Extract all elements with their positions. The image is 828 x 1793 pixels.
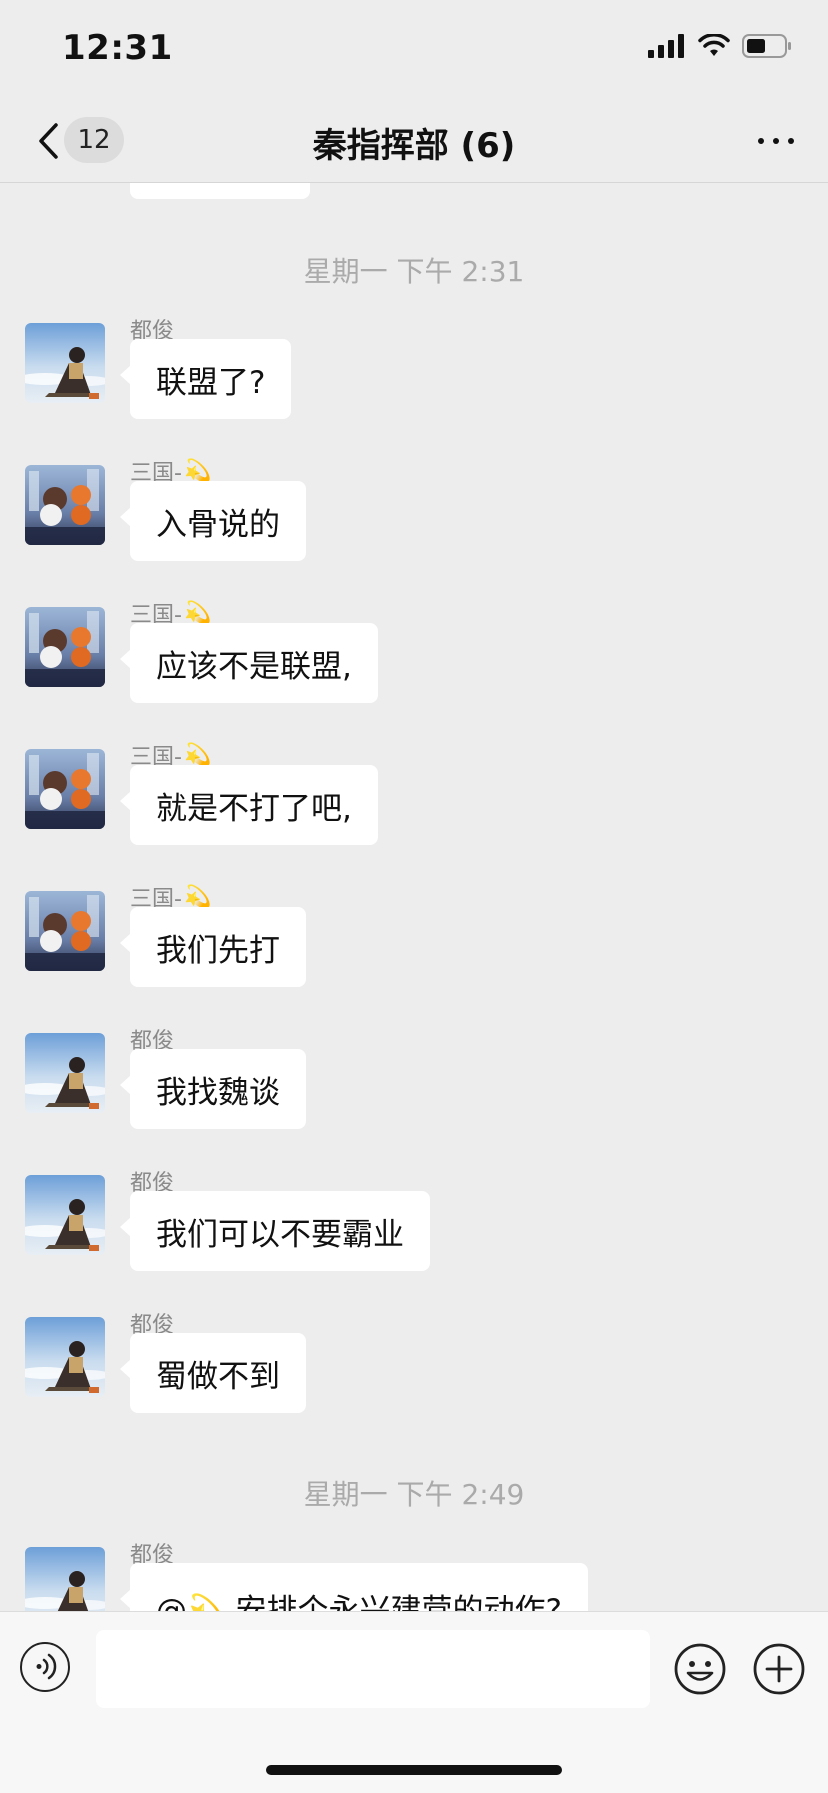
voice-input-button[interactable]	[20, 1642, 70, 1692]
more-dot-icon	[758, 138, 764, 144]
message-bubble[interactable]: 我们可以不要霸业	[120, 1191, 430, 1271]
chat-message-list[interactable]: 星期一 下午 2:31 都俊 联盟了? 三国- 💫 入骨说的 三国- 💫 应该不是联…	[0, 183, 828, 1611]
message-bubble[interactable]: 我们先打	[120, 907, 306, 987]
wifi-icon	[698, 34, 730, 56]
message-bubble[interactable]: @💫 安排个永兴建营的动作?	[120, 1563, 588, 1611]
avatar[interactable]	[25, 891, 105, 971]
message-bubble[interactable]: 蜀做不到	[120, 1333, 306, 1413]
avatar[interactable]	[25, 465, 105, 545]
message-row: 三国- 💫 我们先打	[0, 881, 828, 987]
more-options-button[interactable]	[758, 138, 794, 144]
previous-message-bubble	[130, 183, 310, 199]
input-bar	[0, 1611, 828, 1793]
cellular-signal-icon	[648, 34, 684, 58]
message-row: 三国- 💫 入骨说的	[0, 455, 828, 561]
time-divider: 星期一 下午 2:49	[303, 1478, 525, 1511]
status-time: 12:31	[62, 28, 173, 68]
message-bubble[interactable]: 入骨说的	[120, 481, 306, 561]
message-row: 都俊 @💫 安排个永兴建营的动作?	[0, 1537, 828, 1611]
avatar[interactable]	[25, 1317, 105, 1397]
message-row: 都俊 联盟了?	[0, 313, 828, 419]
message-row: 都俊 蜀做不到	[0, 1307, 828, 1413]
emoji-button[interactable]	[673, 1642, 727, 1696]
more-dot-icon	[773, 138, 779, 144]
battery-icon	[742, 34, 791, 58]
message-row: 三国- 💫 应该不是联盟,	[0, 597, 828, 703]
message-bubble[interactable]: 我找魏谈	[120, 1049, 306, 1129]
more-functions-button[interactable]	[752, 1642, 806, 1696]
avatar[interactable]	[25, 323, 105, 403]
message-bubble[interactable]: 联盟了?	[119, 339, 292, 419]
avatar[interactable]	[25, 1033, 105, 1113]
message-row: 都俊 我们可以不要霸业	[0, 1165, 828, 1271]
avatar[interactable]	[25, 749, 105, 829]
message-row: 都俊 我找魏谈	[0, 1023, 828, 1129]
voice-icon	[36, 1653, 57, 1680]
home-indicator[interactable]	[266, 1765, 562, 1775]
emoji-icon	[674, 1643, 726, 1695]
chat-title: 秦指挥部 (6)	[312, 126, 516, 166]
avatar[interactable]	[25, 607, 105, 687]
dizzy-emoji-icon: 💫	[183, 458, 212, 484]
more-dot-icon	[788, 138, 794, 144]
avatar[interactable]	[25, 1547, 105, 1611]
message-bubble[interactable]: 就是不打了吧,	[120, 765, 378, 845]
status-bar: 12:31	[0, 0, 828, 100]
avatar[interactable]	[25, 1175, 105, 1255]
dizzy-emoji-icon: 💫	[183, 600, 212, 626]
dizzy-emoji-icon: 💫	[183, 742, 212, 768]
nav-bar: 12 秦指挥部 (6)	[0, 100, 828, 183]
message-bubble[interactable]: 应该不是联盟,	[120, 623, 378, 703]
time-divider: 星期一 下午 2:31	[303, 255, 525, 288]
dizzy-emoji-icon: 💫	[183, 884, 212, 910]
status-icons	[648, 34, 792, 58]
message-row: 三国- 💫 就是不打了吧,	[0, 739, 828, 845]
message-input[interactable]	[96, 1630, 650, 1708]
plus-icon	[753, 1643, 805, 1695]
